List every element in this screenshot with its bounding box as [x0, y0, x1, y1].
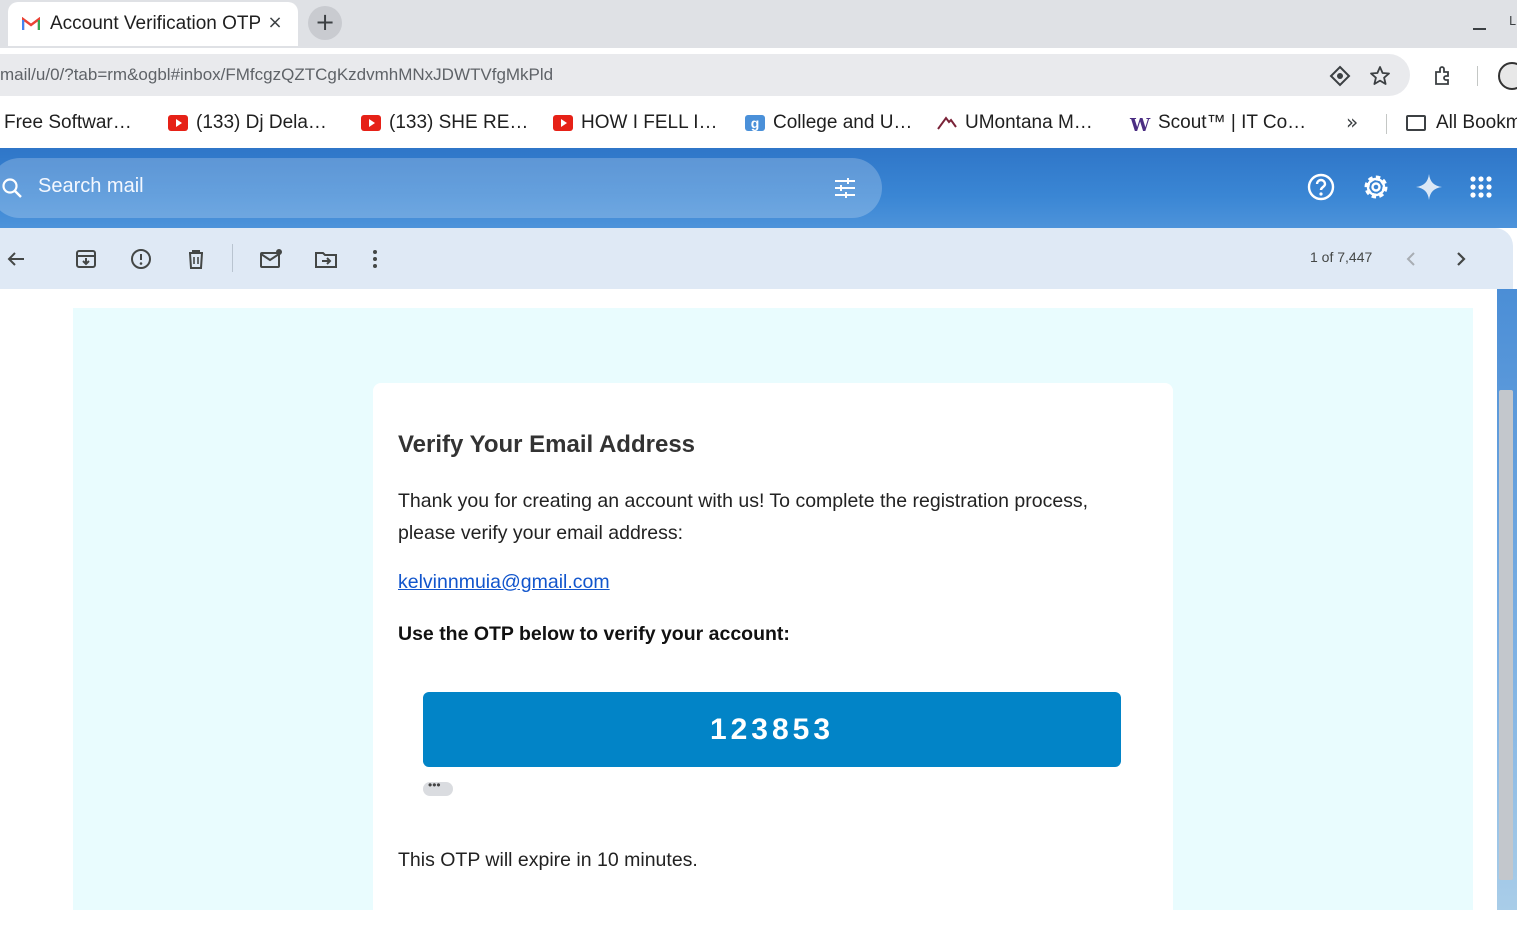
bookmark-label: UMontana M…	[965, 112, 1093, 133]
show-trimmed-content-button[interactable]	[423, 778, 453, 796]
youtube-icon	[168, 115, 188, 131]
profile-avatar[interactable]	[1498, 62, 1517, 90]
search-options-icon[interactable]	[832, 175, 858, 201]
bookmark-item[interactable]: W Scout™ | IT Co…	[1130, 110, 1306, 136]
window-edge-glyph: L	[1509, 14, 1516, 28]
youtube-icon	[553, 115, 573, 131]
report-spam-icon[interactable]	[129, 247, 153, 271]
bookmarks-bar: Free Softwar… (133) Dj Dela… (133) SHE R…	[0, 100, 1517, 148]
bookmark-label: Scout™ | IT Co…	[1158, 112, 1307, 133]
w-icon: W	[1130, 115, 1151, 136]
bookmarks-overflow-icon[interactable]: »	[1346, 110, 1358, 134]
newer-chevron-icon[interactable]	[1399, 247, 1423, 271]
bookmark-star-icon[interactable]	[1368, 64, 1392, 88]
gmail-header: Search mail	[0, 148, 1517, 228]
tab-close-icon[interactable]: ×	[264, 12, 286, 34]
apps-icon[interactable]	[1466, 172, 1496, 202]
bookmark-label: College and U…	[773, 112, 913, 133]
bookmark-item[interactable]: (133) Dj Dela…	[168, 110, 327, 136]
bookmark-item[interactable]: (133) SHE RE…	[361, 110, 528, 136]
new-tab-button[interactable]: +	[308, 6, 342, 40]
folder-icon	[1406, 115, 1426, 131]
email-intro-text: Thank you for creating an account with u…	[398, 490, 1089, 544]
otp-expiry-text: This OTP will expire in 10 minutes.	[398, 849, 698, 871]
umontana-icon	[937, 116, 957, 130]
bookmarks-separator	[1386, 114, 1387, 134]
help-icon[interactable]	[1306, 172, 1336, 202]
bookmark-label: HOW I FELL I…	[581, 112, 718, 133]
delete-icon[interactable]	[184, 247, 208, 271]
toolbar-separator	[1477, 66, 1478, 86]
youtube-icon	[361, 115, 381, 131]
email-heading: Verify Your Email Address	[398, 431, 696, 458]
gemini-icon[interactable]	[1414, 172, 1444, 202]
address-bar[interactable]: mail/u/0/?tab=rm&ogbl#inbox/FMfcgzQZTCgK…	[0, 54, 1410, 96]
g-icon: g	[745, 115, 765, 131]
search-placeholder: Search mail	[38, 175, 144, 197]
url-text[interactable]: mail/u/0/?tab=rm&ogbl#inbox/FMfcgzQZTCgK…	[0, 65, 553, 85]
site-settings-icon[interactable]	[1328, 64, 1352, 88]
back-icon[interactable]	[4, 247, 28, 271]
more-icon[interactable]	[363, 247, 387, 271]
toolbar-divider	[232, 244, 233, 272]
email-address-link[interactable]: kelvinnmuia@gmail.com	[398, 571, 610, 594]
search-icon[interactable]	[0, 176, 24, 200]
tab-title: Account Verification OTP	[50, 13, 260, 34]
bookmark-item[interactable]: UMontana M…	[937, 110, 1093, 136]
browser-tab-gmail[interactable]: Account Verification OTP ×	[8, 2, 298, 46]
gmail-logo-icon	[22, 17, 40, 30]
all-bookmarks-button[interactable]: All Bookm	[1406, 110, 1517, 136]
bookmark-item[interactable]: HOW I FELL I…	[553, 110, 718, 136]
message-toolbar: 1 of 7,447	[0, 228, 1513, 289]
bookmark-label: (133) SHE RE…	[389, 112, 529, 133]
tab-strip: Account Verification OTP × + L	[0, 0, 1517, 48]
pagination-count: 1 of 7,447	[1310, 249, 1373, 265]
bookmark-label: Free Softwar…	[4, 112, 132, 133]
settings-icon[interactable]	[1361, 172, 1391, 202]
mail-panel: 1 of 7,447 Verify Your Email Address Tha…	[0, 228, 1513, 943]
otp-code-box: 123853	[423, 692, 1121, 767]
bookmark-item[interactable]: g College and U…	[745, 110, 912, 136]
older-chevron-icon[interactable]	[1449, 247, 1473, 271]
window-minimize-button[interactable]	[1471, 12, 1489, 30]
email-card: Verify Your Email Address Thank you for …	[373, 383, 1173, 943]
move-to-icon[interactable]	[314, 247, 338, 271]
all-bookmarks-label: All Bookm	[1436, 112, 1517, 133]
archive-icon[interactable]	[74, 247, 98, 271]
mark-unread-icon[interactable]	[259, 247, 283, 271]
scrollbar-thumb[interactable]	[1499, 390, 1513, 880]
bookmark-label: (133) Dj Dela…	[196, 112, 327, 133]
extensions-puzzle-icon[interactable]	[1432, 64, 1456, 88]
otp-label: Use the OTP below to verify your account…	[398, 623, 790, 645]
search-input[interactable]: Search mail	[0, 158, 882, 218]
bookmark-item[interactable]: Free Softwar…	[4, 110, 132, 136]
browser-toolbar: mail/u/0/?tab=rm&ogbl#inbox/FMfcgzQZTCgK…	[0, 48, 1517, 100]
